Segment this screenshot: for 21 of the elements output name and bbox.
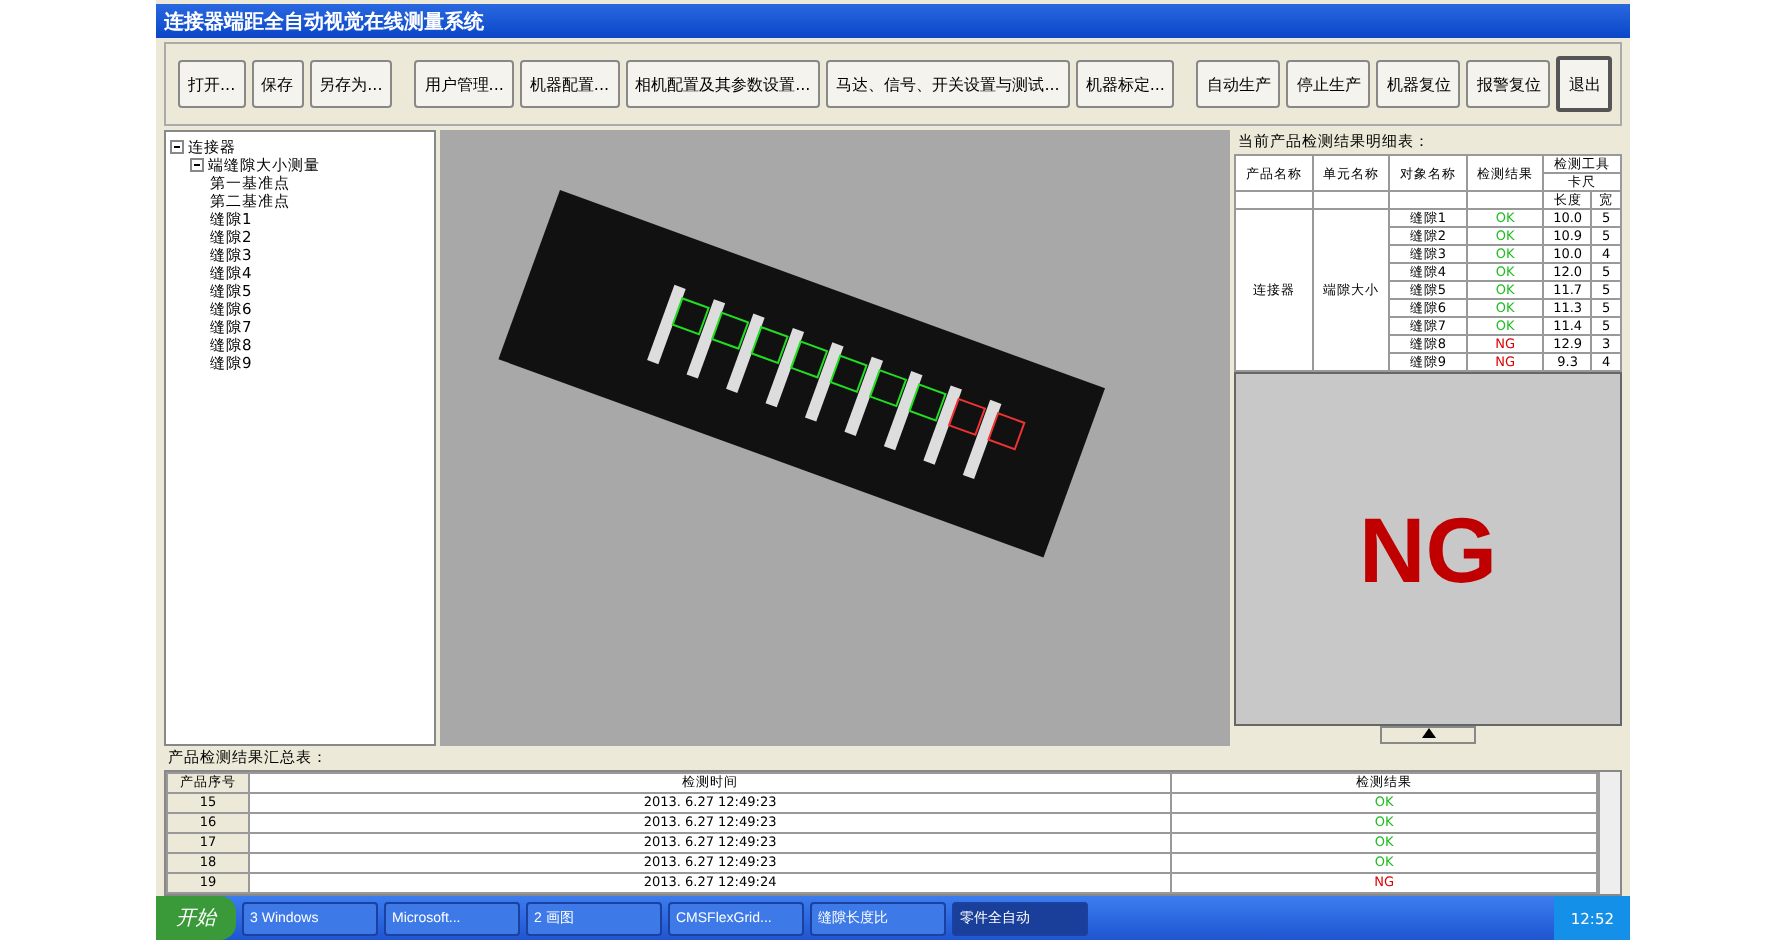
- window-title: 连接器端距全自动视觉在线测量系统: [156, 4, 1630, 39]
- collapse-icon[interactable]: [170, 140, 184, 155]
- toolbar-button[interactable]: 马达、信号、开关设置与测试...: [826, 60, 1070, 109]
- toolbar-button[interactable]: 机器标定...: [1075, 60, 1175, 109]
- toolbar-button[interactable]: 相机配置及其参数设置...: [625, 60, 821, 109]
- toolbar-button[interactable]: 报警复位: [1466, 60, 1551, 109]
- toolbar-button[interactable]: 停止生产: [1286, 60, 1371, 109]
- toolbar-button[interactable]: 机器复位: [1376, 60, 1461, 109]
- collapse-icon[interactable]: [190, 158, 204, 173]
- toolbar-button[interactable]: 保存: [251, 60, 304, 109]
- collapse-button[interactable]: [1380, 726, 1476, 744]
- toolbar-button[interactable]: 用户管理...: [414, 60, 514, 109]
- toolbar-button[interactable]: 另存为...: [309, 60, 393, 109]
- up-triangle-icon: [1421, 728, 1435, 738]
- toolbar-button[interactable]: 打开...: [178, 60, 246, 109]
- start-button[interactable]: 开始: [156, 896, 236, 940]
- verdict-text: NG: [1359, 495, 1497, 603]
- scrollbar[interactable]: [1598, 772, 1620, 894]
- toolbar-button[interactable]: 自动生产: [1196, 60, 1281, 109]
- toolbar-button[interactable]: 机器配置...: [519, 60, 620, 109]
- exit-button[interactable]: 退出: [1556, 56, 1613, 113]
